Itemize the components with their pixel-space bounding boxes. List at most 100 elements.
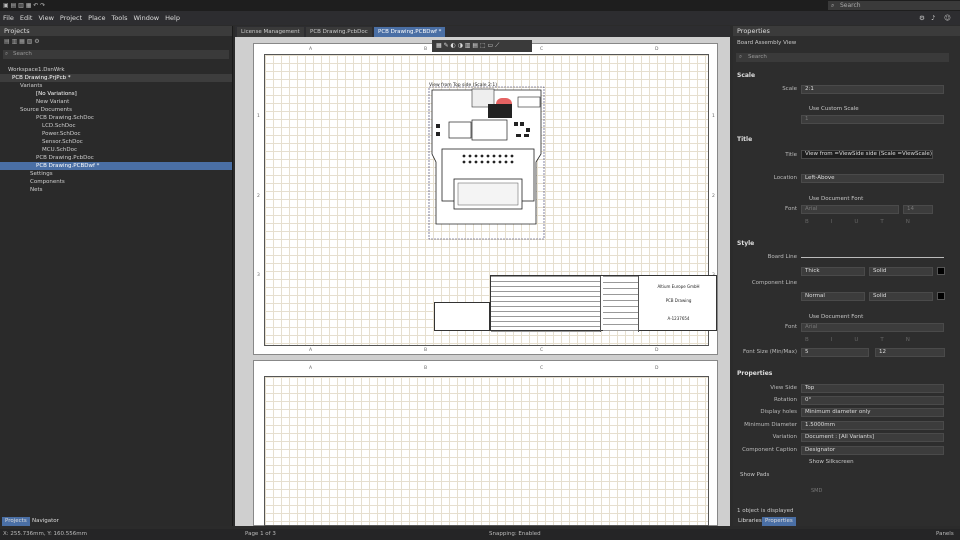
col-label: B — [424, 47, 428, 52]
properties-panel: Properties Board Assembly View ⌕ Search S… — [733, 26, 960, 526]
tree-no-variations[interactable]: [No Variations] — [0, 90, 232, 98]
tree-sch-lcd[interactable]: LCD.SchDoc — [0, 122, 232, 130]
use-document-font-checkbox[interactable]: Use Document Font — [809, 196, 863, 202]
tree-source-documents[interactable]: Source Documents — [0, 106, 232, 114]
panels-button[interactable]: Panels — [936, 529, 954, 540]
projects-search-label: Search — [13, 51, 32, 57]
board-assembly-view[interactable] — [424, 84, 549, 244]
tree-settings[interactable]: Settings — [0, 170, 232, 178]
tree-sch-main[interactable]: PCB Drawing.SchDoc — [0, 114, 232, 122]
search-icon: ⌕ — [5, 51, 9, 57]
projects-search-input[interactable]: ⌕ Search — [3, 50, 229, 59]
tree-pcbdoc[interactable]: PCB Drawing.PcbDoc — [0, 154, 232, 162]
pads-smd-option[interactable]: SMD — [811, 488, 822, 494]
search-icon: ⌕ — [739, 54, 743, 60]
use-document-font-checkbox-2[interactable]: Use Document Font — [809, 314, 863, 320]
tree-nets[interactable]: Nets — [0, 186, 232, 194]
minimum-diameter-input[interactable]: 1.5000mm — [801, 421, 944, 430]
col-label: B — [424, 366, 428, 371]
title-label: Title — [785, 152, 797, 158]
tab-pcbdwf[interactable]: PCB Drawing.PCBDwf * — [374, 27, 446, 37]
font-dropdown[interactable]: Arial — [801, 205, 899, 214]
gear-icon[interactable]: ⚙ — [916, 11, 928, 25]
snapping-status: Snapping: Enabled — [489, 531, 541, 537]
font-label: Font — [785, 206, 797, 212]
tree-project[interactable]: PCB Drawing.PrjPcb * — [0, 74, 232, 82]
tree-new-variant[interactable]: New Variant — [0, 98, 232, 106]
custom-scale-input[interactable]: 1 — [801, 115, 944, 124]
title-bar: ▣ ▤ ▥ ▦ ↶ ↷ ⌕ Search — [0, 0, 960, 11]
board-line-color[interactable] — [937, 267, 945, 275]
global-search-label: Search — [840, 2, 861, 9]
tree-sch-power[interactable]: Power.SchDoc — [0, 130, 232, 138]
revision-table — [491, 276, 601, 332]
font-size-max[interactable]: 12 — [875, 348, 945, 357]
cursor-coordinates: X: 255.736mm, Y: 160.556mm — [3, 531, 88, 537]
font-dropdown-2[interactable]: Arial — [801, 323, 944, 332]
display-holes-dropdown[interactable]: Minimum diameter only — [801, 408, 944, 417]
menu-tools[interactable]: Tools — [108, 11, 130, 25]
menu-project[interactable]: Project — [57, 11, 85, 25]
component-line-thickness[interactable]: Normal — [801, 292, 865, 301]
tab-libraries[interactable]: Libraries — [735, 517, 765, 526]
component-line-color[interactable] — [937, 292, 945, 300]
component-line-style[interactable]: Solid — [869, 292, 933, 301]
title-input[interactable]: View from =ViewSide side (Scale =ViewSca… — [801, 150, 933, 159]
section-scale[interactable]: Scale — [733, 71, 953, 80]
variation-dropdown[interactable]: Document : [All Variants] — [801, 433, 944, 442]
font-size-min[interactable]: 5 — [801, 348, 869, 357]
tree-sch-sensor[interactable]: Sensor.SchDoc — [0, 138, 232, 146]
menu-window[interactable]: Window — [130, 11, 162, 25]
font-style-buttons[interactable]: BIUTN — [805, 219, 945, 225]
scale-dropdown[interactable]: 2:1 — [801, 85, 944, 94]
selection-status: 1 object is displayed — [737, 508, 794, 514]
tree-components[interactable]: Components — [0, 178, 232, 186]
tab-pcbdoc[interactable]: PCB Drawing.PcbDoc — [306, 27, 372, 37]
projects-panel: Projects ▤ ▥ ▦ ▧ ⚙ ⌕ Search Workspace1.Ds… — [0, 26, 233, 526]
tab-properties-panel[interactable]: Properties — [762, 517, 796, 526]
location-dropdown[interactable]: Left-Above — [801, 174, 944, 183]
tab-navigator[interactable]: Navigator — [29, 517, 62, 526]
document-number: A-1237654 — [667, 316, 690, 321]
drawing-area[interactable]: A B C D A B C D 1 2 3 1 2 3 View from To… — [235, 26, 730, 526]
view-side-dropdown[interactable]: Top — [801, 384, 944, 393]
component-caption-dropdown[interactable]: Designator — [801, 446, 944, 455]
font-style-buttons-2[interactable]: BIUTN — [805, 337, 945, 343]
menu-view[interactable]: View — [35, 11, 56, 25]
title-block[interactable]: Altium Europe GmbH PCB Drawing A-1237654 — [490, 275, 717, 332]
font-size-dropdown[interactable]: 14 — [903, 205, 933, 214]
menu-file[interactable]: File — [0, 11, 17, 25]
menu-edit[interactable]: Edit — [17, 11, 36, 25]
tab-projects-panel[interactable]: Projects — [2, 517, 30, 526]
quick-access-toolbar[interactable]: ▣ ▤ ▥ ▦ ↶ ↷ — [3, 2, 65, 9]
board-line-thickness[interactable]: Thick — [801, 267, 865, 276]
tree-sch-mcu[interactable]: MCU.SchDoc — [0, 146, 232, 154]
row-label: 1 — [712, 114, 715, 119]
section-properties[interactable]: Properties — [733, 369, 953, 378]
tree-variants[interactable]: Variants — [0, 82, 232, 90]
tab-license-management[interactable]: License Management — [237, 27, 304, 37]
col-label: C — [540, 366, 544, 371]
rotation-dropdown[interactable]: 0° — [801, 396, 944, 405]
section-style[interactable]: Style — [733, 239, 953, 248]
col-label: D — [655, 47, 659, 52]
tree-workspace[interactable]: Workspace1.DsnWrk — [0, 66, 232, 74]
tree-pcbdwf[interactable]: PCB Drawing.PCBDwf * — [0, 162, 232, 170]
global-search-input[interactable]: ⌕ Search — [828, 1, 960, 10]
projects-toolbar[interactable]: ▤ ▥ ▦ ▧ ⚙ — [0, 36, 232, 48]
custom-scale-checkbox[interactable]: Use Custom Scale — [809, 106, 859, 112]
show-silkscreen-checkbox[interactable]: Show Silkscreen — [809, 459, 854, 465]
section-title[interactable]: Title — [733, 135, 953, 144]
properties-search-input[interactable]: ⌕ Search — [736, 53, 949, 62]
active-bar-toolbar[interactable]: ▦ ✎ ◐ ◑ ▥ ▤ ⬚ ▭ ⟋ — [432, 40, 532, 52]
show-pads-label: Show Pads — [740, 472, 770, 478]
row-label: 1 — [257, 114, 260, 119]
board-line-style[interactable]: Solid — [869, 267, 933, 276]
display-holes-label: Display holes — [760, 409, 797, 415]
bell-icon[interactable]: ♪ — [928, 11, 938, 25]
menu-place[interactable]: Place — [85, 11, 108, 25]
user-icon[interactable]: ☺ — [941, 11, 954, 25]
col-label: A — [309, 348, 313, 353]
properties-title: Properties — [733, 26, 960, 36]
menu-help[interactable]: Help — [162, 11, 183, 25]
